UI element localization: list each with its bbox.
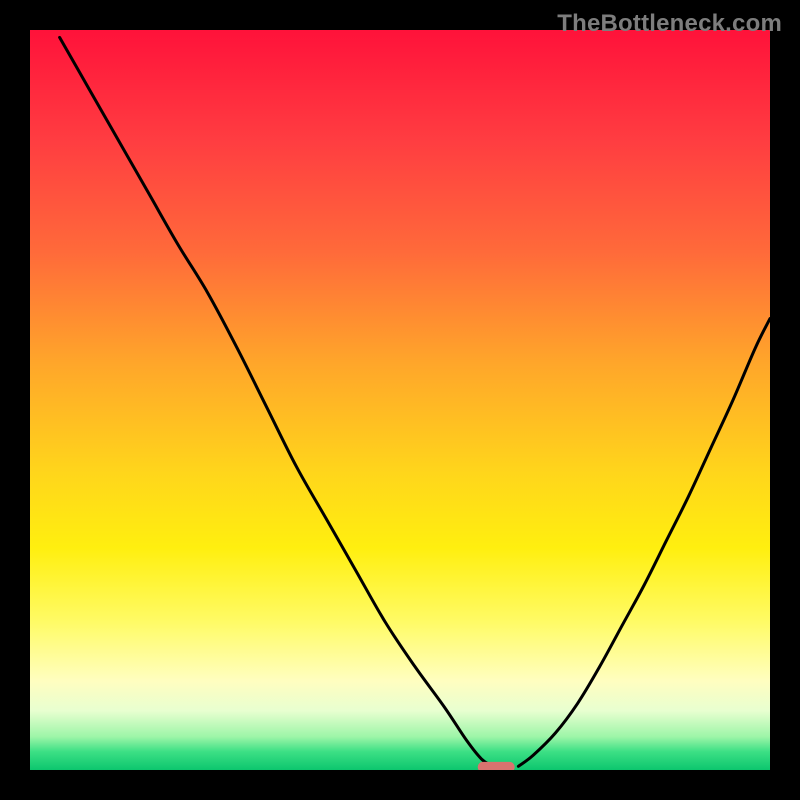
target-marker — [478, 762, 515, 770]
plot-area — [30, 30, 770, 770]
chart-frame: TheBottleneck.com — [0, 0, 800, 800]
chart-svg — [30, 30, 770, 770]
watermark-text: TheBottleneck.com — [557, 10, 782, 38]
gradient-background — [30, 30, 770, 770]
